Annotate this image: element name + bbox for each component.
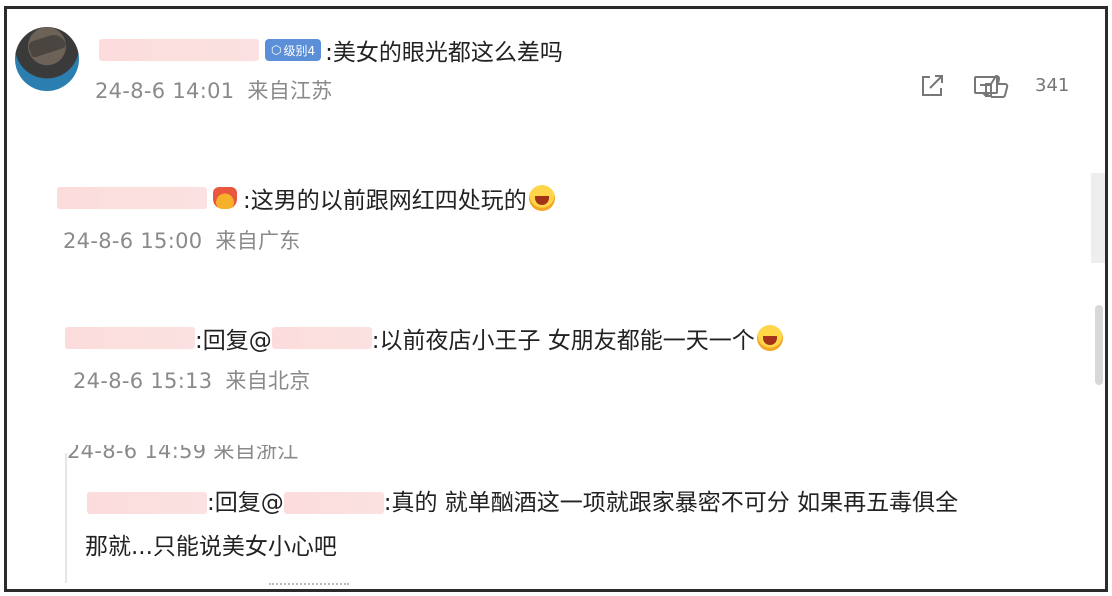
reply-line: :回复@ :以前夜店小王子 女朋友都能一天一个 <box>65 321 1087 355</box>
laugh-emoji-icon <box>756 325 783 351</box>
reply-text: :以前夜店小王子 女朋友都能一天一个 <box>371 328 755 354</box>
like-count: 341 <box>1035 75 1070 96</box>
like-button[interactable]: 341 <box>981 71 1081 101</box>
reply-text: :这男的以前跟网红四处玩的 <box>243 188 527 214</box>
reply-location: 来自北京 <box>225 369 311 393</box>
masked-username[interactable] <box>99 39 259 61</box>
like-icon <box>985 74 1009 98</box>
masked-username[interactable] <box>87 492 207 514</box>
comment-header: ⬡ 级别4 :美女的眼光都这么差吗 <box>99 33 563 67</box>
reply-text-block: :回复@ :真的 就单酗酒这一项就跟家暴密不可分 如果再五毒俱全 那就...只能… <box>85 481 1087 569</box>
reply-meta: 24-8-6 15:00 来自广东 <box>63 225 1087 255</box>
reply-date: 24-8-6 15:00 <box>63 229 203 253</box>
reply-location: 来自广东 <box>215 229 301 253</box>
crown-icon <box>213 187 237 209</box>
laugh-emoji-icon <box>528 185 555 211</box>
masked-mention[interactable] <box>271 327 372 349</box>
comment-meta: 24-8-6 14:01 来自江苏 <box>95 75 333 105</box>
comment-date: 24-8-6 14:01 <box>95 79 235 103</box>
reply-prefix: :回复@ <box>207 490 284 516</box>
share-button[interactable] <box>917 71 947 101</box>
share-icon <box>922 75 943 96</box>
scrollbar-thumb[interactable] <box>1095 305 1103 385</box>
comment-thread-panel: ⬡ 级别4 :美女的眼光都这么差吗 24-8-6 14:01 来自江苏 341 <box>4 6 1108 592</box>
comment-location: 来自江苏 <box>247 79 333 103</box>
reply-date: 24-8-6 15:13 <box>73 369 213 393</box>
cutoff-reply-meta: 24-8-6 14:59 来自浙江 <box>67 445 299 459</box>
scrollbar-track[interactable] <box>1091 173 1105 263</box>
masked-username[interactable] <box>57 187 207 209</box>
reply-meta: 24-8-6 15:13 来自北京 <box>73 365 1087 395</box>
reply-item: :这男的以前跟网红四处玩的 24-8-6 15:00 来自广东 <box>57 181 1087 255</box>
cutoff-next-row <box>269 575 349 589</box>
reply-item: :回复@ :以前夜店小王子 女朋友都能一天一个 24-8-6 15:13 来自北… <box>65 321 1087 395</box>
reply-text-line1: :真的 就单酗酒这一项就跟家暴密不可分 如果再五毒俱全 <box>383 490 959 516</box>
comment-text: :美女的眼光都这么差吗 <box>325 40 563 66</box>
reply-line: :回复@ :真的 就单酗酒这一项就跟家暴密不可分 如果再五毒俱全 <box>87 481 1087 525</box>
masked-mention[interactable] <box>283 492 384 514</box>
badge-icon: ⬡ <box>271 43 282 57</box>
reply-line: :这男的以前跟网红四处玩的 <box>57 181 1087 215</box>
user-avatar[interactable] <box>15 27 79 91</box>
reply-divider <box>65 453 67 583</box>
user-level-badge: ⬡ 级别4 <box>265 39 322 61</box>
reply-item: :回复@ :真的 就单酗酒这一项就跟家暴密不可分 如果再五毒俱全 那就...只能… <box>85 481 1087 569</box>
reply-prefix: :回复@ <box>195 328 272 354</box>
masked-username[interactable] <box>65 327 195 349</box>
reply-text-line2: 那就...只能说美女小心吧 <box>85 534 337 560</box>
